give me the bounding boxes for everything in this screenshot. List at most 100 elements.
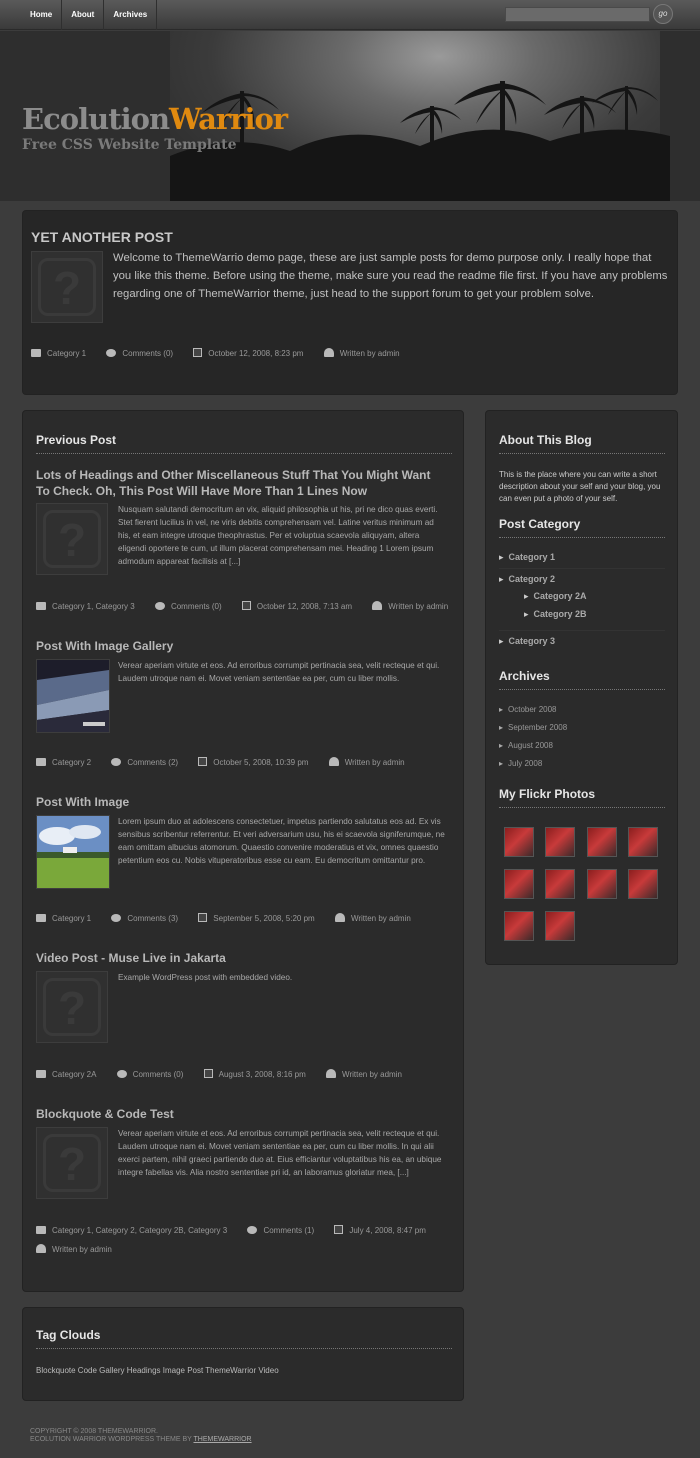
sidebar-category-3[interactable]: Category 3 xyxy=(499,636,556,647)
post-thumbnail: ? xyxy=(36,1127,108,1199)
archive-july-2008[interactable]: July 2008 xyxy=(499,759,542,768)
post-title[interactable]: Video Post - Muse Live in Jakarta xyxy=(36,950,226,966)
folder-icon xyxy=(36,1070,46,1078)
featured-post-title[interactable]: YET ANOTHER POST xyxy=(31,229,173,245)
comment-icon xyxy=(106,349,117,357)
user-icon xyxy=(326,1069,337,1078)
flickr-photo[interactable] xyxy=(504,911,534,941)
folder-icon xyxy=(36,602,46,610)
post-date: October 12, 2008, 7:13 am xyxy=(256,602,353,611)
post-comments[interactable]: Comments (1) xyxy=(263,1226,314,1235)
flickr-photo[interactable] xyxy=(587,827,617,857)
post-title[interactable]: Post With Image xyxy=(36,794,129,810)
flickr-photo[interactable] xyxy=(628,827,658,857)
post-title[interactable]: Lots of Headings and Other Miscellaneous… xyxy=(36,467,436,499)
post-title[interactable]: Post With Image Gallery xyxy=(36,638,173,654)
featured-thumbnail: ? xyxy=(31,251,103,323)
sidebar-category-1[interactable]: Category 1 xyxy=(499,552,556,563)
calendar-icon xyxy=(241,601,251,610)
nav-archives[interactable]: Archives xyxy=(104,0,158,30)
sidebar-category-2a[interactable]: Category 2A xyxy=(524,591,587,602)
archives-heading: Archives xyxy=(499,669,665,690)
post-category[interactable]: Category 2 xyxy=(52,758,91,767)
footer-copyright: COPYRIGHT © 2008 THEMEWARRIOR. xyxy=(30,1428,158,1435)
calendar-icon xyxy=(198,913,208,922)
user-icon xyxy=(328,757,339,766)
calendar-icon xyxy=(203,1069,213,1078)
post-author: Written by admin xyxy=(342,1070,402,1079)
post-category-heading: Post Category xyxy=(499,517,665,538)
calendar-icon xyxy=(334,1225,344,1234)
placeholder-question-icon: ? xyxy=(43,978,101,1036)
featured-post: YET ANOTHER POST ? Welcome to ThemeWarri… xyxy=(22,210,678,395)
folder-icon xyxy=(31,349,41,357)
post-meta: Category 1 Comments (3) September 5, 200… xyxy=(36,913,421,923)
flickr-photo[interactable] xyxy=(545,869,575,899)
flickr-photo[interactable] xyxy=(628,869,658,899)
placeholder-question-icon: ? xyxy=(38,258,96,316)
post-meta: Category 2A Comments (0) August 3, 2008,… xyxy=(36,1069,412,1079)
sidebar: About This Blog This is the place where … xyxy=(485,410,678,965)
site-header: EcolutionWarrior Free CSS Website Templa… xyxy=(0,31,700,201)
logo-part-2: Warrior xyxy=(169,102,288,136)
post-meta: Category 1, Category 2, Category 2B, Cat… xyxy=(36,1225,436,1235)
flickr-photo[interactable] xyxy=(587,869,617,899)
post-category[interactable]: Category 1 xyxy=(52,914,91,923)
post-excerpt: Verear aperiam virtute et eos. Ad errori… xyxy=(118,661,440,683)
post-comments[interactable]: Comments (2) xyxy=(127,758,178,767)
sidebar-category-2b[interactable]: Category 2B xyxy=(524,609,587,620)
archive-august-2008[interactable]: August 2008 xyxy=(499,741,553,750)
post-author: Written by admin xyxy=(350,914,411,923)
tag-list[interactable]: Blockquote Code Gallery Headings Image P… xyxy=(36,1366,279,1375)
post-category[interactable]: Category 2A xyxy=(52,1070,96,1079)
post-thumbnail: ? xyxy=(36,971,108,1043)
archive-october-2008[interactable]: October 2008 xyxy=(499,705,556,714)
post-excerpt: Nusquam salutandi democritum an vix, ali… xyxy=(118,505,438,566)
post-comments[interactable]: Comments (3) xyxy=(127,914,178,923)
placeholder-question-icon: ? xyxy=(43,510,101,568)
user-icon xyxy=(372,601,383,610)
post-comments[interactable]: Comments (0) xyxy=(122,349,173,358)
site-logo[interactable]: EcolutionWarrior xyxy=(22,102,288,136)
site-footer: COPYRIGHT © 2008 THEMEWARRIOR. ECOLUTION… xyxy=(30,1428,252,1444)
user-icon xyxy=(323,348,334,357)
logo-part-1: Ecolution xyxy=(22,102,170,136)
post-meta: Category 1, Category 3 Comments (0) Octo… xyxy=(36,601,458,611)
user-icon xyxy=(36,1244,46,1253)
post-category[interactable]: Category 1, Category 3 xyxy=(52,602,135,611)
search-input[interactable] xyxy=(505,7,650,22)
post-category[interactable]: Category 1 xyxy=(47,349,86,358)
archive-september-2008[interactable]: September 2008 xyxy=(499,723,567,732)
landscape-image xyxy=(37,816,109,888)
footer-themewarrior-link[interactable]: THEMEWARRIOR xyxy=(194,1436,252,1443)
flickr-photo[interactable] xyxy=(545,911,575,941)
footer-credit: ECOLUTION WARRIOR WORDPRESS THEME BY xyxy=(30,1436,192,1443)
calendar-icon xyxy=(193,348,203,357)
top-navigation: Home About Archives go xyxy=(0,0,700,30)
user-icon xyxy=(334,913,345,922)
flickr-photo[interactable] xyxy=(545,827,575,857)
nav-home[interactable]: Home xyxy=(0,0,63,30)
post-date: October 5, 2008, 10:39 pm xyxy=(213,758,309,767)
post-date: July 4, 2008, 8:47 pm xyxy=(349,1226,426,1235)
sidebar-category-2[interactable]: Category 2 xyxy=(499,574,556,585)
post-excerpt: Example WordPress post with embedded vid… xyxy=(118,973,293,982)
flickr-photo[interactable] xyxy=(504,827,534,857)
post-comments[interactable]: Comments (0) xyxy=(171,602,222,611)
comment-icon xyxy=(111,758,122,766)
placeholder-question-icon: ? xyxy=(43,1134,101,1192)
site-tagline: Free CSS Website Template xyxy=(22,137,237,153)
post-meta: Category 2 Comments (2) October 5, 2008,… xyxy=(36,757,415,767)
featured-post-excerpt: Welcome to ThemeWarrio demo page, these … xyxy=(113,252,668,300)
post-comments[interactable]: Comments (0) xyxy=(133,1070,184,1079)
folder-icon xyxy=(36,914,46,922)
search-go-button[interactable]: go xyxy=(653,4,673,24)
tag-clouds-heading: Tag Clouds xyxy=(36,1328,452,1349)
nav-about[interactable]: About xyxy=(62,0,105,30)
post-category[interactable]: Category 1, Category 2, Category 2B, Cat… xyxy=(52,1226,227,1235)
divider xyxy=(499,630,665,631)
flickr-photo[interactable] xyxy=(504,869,534,899)
post-title[interactable]: Blockquote & Code Test xyxy=(36,1106,174,1122)
folder-icon xyxy=(36,758,46,766)
flickr-heading: My Flickr Photos xyxy=(499,787,665,808)
